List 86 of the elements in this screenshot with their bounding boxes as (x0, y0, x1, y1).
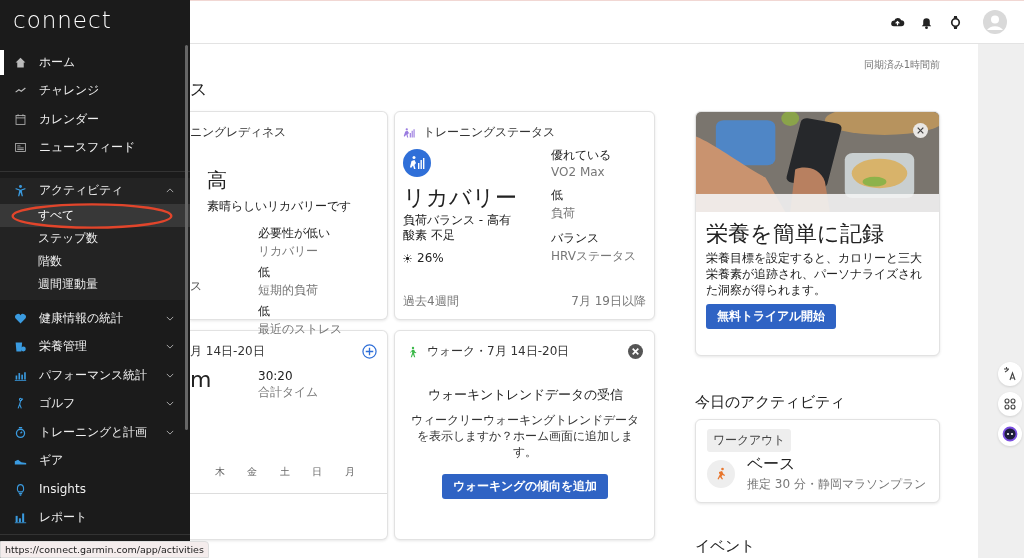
bulb-icon (14, 482, 27, 496)
status-url: https://connect.garmin.com/app/activities (0, 541, 209, 558)
period-label: 過去4週間 (403, 293, 459, 310)
workout-detail: 推定 30 分・静岡マラソンプラン (747, 476, 926, 493)
nav-item[interactable]: ニュースフィード (0, 133, 190, 162)
timer-icon (14, 425, 27, 439)
report-icon (14, 511, 27, 525)
weekday-label: 土 (279, 465, 291, 479)
workout-tag: ワークアウト (707, 429, 791, 452)
cut-label: ス (190, 278, 202, 295)
card-title: ニングレディネス (190, 124, 287, 141)
add-walking-trend-button[interactable]: ウォーキングの傾向を追加 (442, 474, 608, 499)
close-icon[interactable] (913, 123, 928, 138)
nutrition-icon (14, 340, 27, 354)
close-icon[interactable] (628, 344, 643, 359)
free-trial-button[interactable]: 無料トライアル開始 (706, 304, 836, 329)
nav-item[interactable]: チャレンジ (0, 76, 190, 105)
stat-label: 合計タイム (258, 384, 318, 401)
nav-item[interactable]: ギア (0, 446, 190, 475)
translate-icon[interactable] (998, 362, 1022, 386)
training-status-subtitle: 負荷バランス - 高有酸素 不足 (403, 213, 512, 243)
walk-card-text: ウィークリーウォーキングトレンドデータを表示しますか？ホーム画面に追加します。 (410, 412, 640, 460)
card-title: 月 14日-20日 (190, 343, 265, 360)
section-heading: イベント (695, 537, 756, 556)
promo-text: 栄養目標を設定すると、カロリーと三大栄養素が追跡され、パーソナライズされた洞察が得られます。 (706, 250, 923, 298)
activity-icon (14, 183, 27, 197)
section-heading: ス (190, 78, 208, 101)
scrollbar[interactable] (185, 45, 188, 430)
walker-icon (407, 345, 419, 358)
runner-icon (707, 459, 735, 488)
command-icon[interactable] (998, 392, 1022, 416)
card-title: ウォーク・7月 14日-20日 (427, 343, 570, 360)
stat-value: 必要性が低い (258, 225, 330, 242)
stat-value: バランス (551, 230, 600, 247)
nav-item[interactable]: アクティビティ (0, 178, 190, 202)
nav-item[interactable]: トレーニングと計画 (0, 418, 190, 447)
nav-item[interactable]: 健康情報の統計 (0, 304, 190, 333)
nav-item[interactable]: カレンダー (0, 105, 190, 134)
home-icon (14, 55, 27, 69)
sun-icon (403, 253, 412, 263)
logo[interactable]: connect (0, 0, 190, 48)
workout-card[interactable]: ワークアウト ベース 推定 30 分・静岡マラソンプラン (695, 419, 940, 503)
stat-value: 低 (258, 264, 271, 281)
training-status-value: リカバリー (403, 184, 518, 212)
stat-label: 短期的負荷 (258, 282, 318, 299)
nav-item[interactable]: ゴルフ (0, 389, 190, 418)
workout-title: ベース (747, 454, 796, 475)
stat-label: VO2 Max (551, 165, 606, 179)
runner-bars-icon (403, 126, 415, 139)
stat-value: 30:20 (258, 369, 294, 383)
section-heading: 今日のアクティビティ (695, 393, 846, 412)
stat-value: 低 (551, 187, 564, 204)
nav-subitem[interactable]: 週間運動量 (0, 273, 190, 296)
stat-label: HRVステータス (551, 248, 636, 265)
nav-item[interactable]: Insights (0, 475, 190, 504)
heart-icon (14, 311, 27, 325)
add-icon[interactable] (362, 344, 377, 359)
nav-subitem[interactable]: ステップ数 (0, 227, 190, 250)
training-status-icon (403, 149, 431, 177)
percent-value: 26% (417, 251, 444, 265)
walk-card-title: ウォーキントレンドデータの受信 (427, 386, 623, 404)
weekday-label: 日 (312, 465, 324, 479)
nav-item[interactable]: レポート (0, 503, 190, 532)
distance-value: m (190, 366, 213, 394)
calendar-icon (14, 112, 27, 126)
chatbot-icon[interactable] (998, 422, 1022, 446)
stat-label: 負荷 (551, 205, 576, 222)
weekday-label: 木 (215, 465, 226, 479)
stat-label: リカバリー (258, 243, 319, 260)
nav-item[interactable]: 栄養管理 (0, 332, 190, 361)
weekday-label: 金 (247, 465, 259, 479)
weekday-label: 月 (344, 465, 356, 479)
nav-item[interactable]: パフォーマンス統計 (0, 361, 190, 390)
stat-value: 優れている (551, 147, 612, 164)
news-icon (14, 141, 27, 155)
date-label: 7月 19日以降 (571, 293, 646, 310)
readiness-subtitle: 素晴らしいリカバリーです (207, 198, 352, 215)
sync-status: 同期済み1時間前 (862, 58, 940, 72)
nav-subitem[interactable]: 階数 (0, 250, 190, 273)
watch-icon[interactable] (948, 14, 963, 30)
card-title: トレーニングステータス (423, 124, 555, 141)
nav-item[interactable]: ホーム (0, 48, 190, 77)
stat-label: 最近のストレス (258, 321, 342, 338)
stat-value: 低 (258, 303, 271, 320)
readiness-value: 高 (207, 167, 228, 194)
promo-title: 栄養を簡単に記録 (706, 220, 885, 248)
